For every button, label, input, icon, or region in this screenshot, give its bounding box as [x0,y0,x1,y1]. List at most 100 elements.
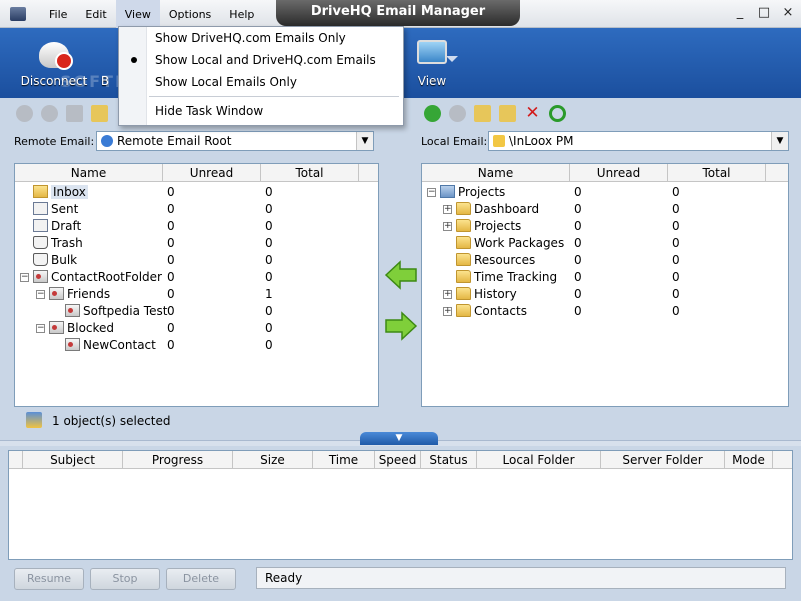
menu-options[interactable]: Options [160,0,220,28]
tree-item-name[interactable]: Trash [33,235,83,252]
back-icon[interactable] [16,104,33,122]
collapse-icon[interactable]: − [20,273,29,282]
column-server-folder[interactable]: Server Folder [601,451,725,468]
tree-row[interactable]: Work Packages 0 0 [422,235,788,252]
collapse-icon[interactable]: − [427,188,436,197]
stop-button[interactable]: Stop [90,568,160,590]
move-right-arrow-icon[interactable] [384,311,418,341]
tree-item-name[interactable]: Draft [33,218,81,235]
app-icon[interactable] [10,7,26,21]
tree-item-name[interactable]: Dashboard [456,201,539,218]
refresh-icon[interactable] [549,104,566,122]
tree-row[interactable]: Trash 0 0 [15,235,378,252]
minimize-button[interactable]: _ [733,4,747,22]
tree-row[interactable]: − Friends 0 1 [15,286,378,303]
menu-view[interactable]: View [115,0,160,28]
tree-row[interactable]: + Contacts 0 0 [422,303,788,320]
tree-item-name[interactable]: Work Packages [456,235,564,252]
tree-row[interactable]: − Blocked 0 0 [15,320,378,337]
tree-row[interactable]: Sent 0 0 [15,201,378,218]
resume-button[interactable]: Resume [14,568,84,590]
tree-row[interactable]: NewContact 0 0 [15,337,378,354]
tree-item-name[interactable]: NewContact [65,337,156,354]
tree-row[interactable]: + Dashboard 0 0 [422,201,788,218]
forward-icon[interactable] [449,104,466,122]
view-dropdown-arrow-icon[interactable] [446,56,458,62]
tree-row[interactable]: Resources 0 0 [422,252,788,269]
delete-icon[interactable]: ✕ [524,104,541,122]
tree-row[interactable]: Time Tracking 0 0 [422,269,788,286]
menu-show-drivehq-only[interactable]: Show DriveHQ.com Emails Only [119,27,403,49]
menu-edit[interactable]: Edit [76,0,115,28]
column-unread[interactable]: Unread [570,164,668,181]
column-subject[interactable]: Subject [23,451,123,468]
menu-help[interactable]: Help [220,0,263,28]
tree-item-name[interactable]: Sent [33,201,78,218]
radio-selected-icon [131,57,137,63]
view-button[interactable]: View [392,32,472,94]
total-count: 0 [265,236,273,250]
tree-row[interactable]: − ContactRootFolder 0 0 [15,269,378,286]
new-folder-icon[interactable] [499,104,516,122]
tree-item-name[interactable]: ContactRootFolder [33,269,162,286]
column-time[interactable]: Time [313,451,375,468]
tree-item-name[interactable]: History [456,286,517,303]
column-size[interactable]: Size [233,451,313,468]
expand-icon[interactable]: + [443,307,452,316]
delete-button[interactable]: Delete [166,568,236,590]
folder-up-icon[interactable] [66,104,83,122]
local-email-combo[interactable]: \InLoox PM ▼ [488,131,789,151]
tree-row[interactable]: Draft 0 0 [15,218,378,235]
tree-item-name[interactable]: Projects [456,218,521,235]
tree-item-name[interactable]: Inbox [33,184,88,201]
column-total[interactable]: Total [261,164,359,181]
tree-row[interactable]: + Projects 0 0 [422,218,788,235]
maximize-button[interactable]: □ [757,4,771,22]
tree-row[interactable]: + History 0 0 [422,286,788,303]
tree-item-label: Blocked [67,321,115,335]
tree-item-name[interactable]: Resources [456,252,535,269]
column-name[interactable]: Name [422,164,570,181]
collapse-icon[interactable]: − [36,324,45,333]
tree-item-name[interactable]: Projects [440,184,505,201]
tree-item-name[interactable]: Contacts [456,303,527,320]
column-progress[interactable]: Progress [123,451,233,468]
back-icon[interactable] [424,104,441,122]
new-folder-icon[interactable] [91,104,108,122]
column-unread[interactable]: Unread [163,164,261,181]
tree-row[interactable]: Softpedia Test 0 0 [15,303,378,320]
unread-count: 0 [574,270,582,284]
expand-icon[interactable]: + [443,205,452,214]
tree-item-name[interactable]: Softpedia Test [65,303,167,320]
tree-item-name[interactable]: Time Tracking [456,269,557,286]
tree-row[interactable]: − Projects 0 0 [422,184,788,201]
tree-row[interactable]: Inbox 0 0 [15,184,378,201]
tree-row[interactable]: Bulk 0 0 [15,252,378,269]
tree-item-name[interactable]: Bulk [33,252,77,269]
folder-up-icon[interactable] [474,104,491,122]
move-left-arrow-icon[interactable] [384,260,418,290]
remote-email-combo[interactable]: Remote Email Root ▼ [96,131,374,151]
tree-item-name[interactable]: Friends [49,286,110,303]
column-local-folder[interactable]: Local Folder [477,451,601,468]
chevron-down-icon[interactable]: ▼ [771,132,788,150]
expand-icon[interactable]: + [443,290,452,299]
forward-icon[interactable] [41,104,58,122]
menu-show-local-only[interactable]: Show Local Emails Only [119,71,403,93]
menu-show-local-and-drivehq[interactable]: Show Local and DriveHQ.com Emails [119,49,403,71]
tree-item-name[interactable]: Blocked [49,320,114,337]
expand-icon[interactable]: + [443,222,452,231]
column-name[interactable]: Name [15,164,163,181]
collapse-icon[interactable]: − [36,290,45,299]
menu-hide-task-window[interactable]: Hide Task Window [119,100,403,122]
menu-file[interactable]: File [40,0,76,28]
remote-email-value: Remote Email Root [117,134,232,148]
column-speed[interactable]: Speed [375,451,421,468]
column-mode[interactable]: Mode [725,451,773,468]
column-status[interactable]: Status [421,451,477,468]
collapse-task-button[interactable]: ▼ [360,432,438,445]
total-count: 1 [265,287,273,301]
chevron-down-icon[interactable]: ▼ [356,132,373,150]
close-button[interactable]: × [781,4,795,22]
column-total[interactable]: Total [668,164,766,181]
